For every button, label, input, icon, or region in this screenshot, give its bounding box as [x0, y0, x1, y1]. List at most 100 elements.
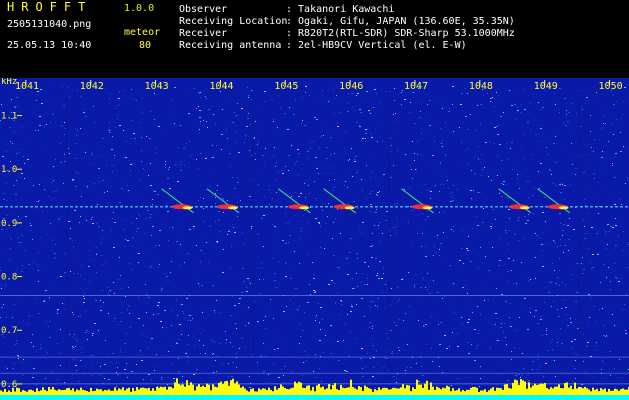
level-bar [494, 390, 496, 395]
level-bar [138, 389, 140, 395]
level-bar [86, 391, 88, 395]
spectrogram-background [0, 78, 629, 400]
level-bar [122, 387, 124, 395]
level-bar [612, 390, 614, 395]
level-bar [446, 385, 448, 395]
level-bar [198, 384, 200, 395]
x-tick-label: 1044 [209, 81, 233, 92]
level-bar [48, 387, 50, 395]
y-tick-label: 0.8 [1, 273, 17, 283]
level-bar [342, 387, 344, 395]
receiver-label: Receiver [179, 28, 228, 39]
level-bar [410, 391, 412, 395]
level-bar [334, 383, 336, 395]
level-bar [0, 390, 2, 395]
level-bar [376, 390, 378, 395]
level-bar [238, 384, 240, 395]
file-name: 2505131040.png [7, 19, 92, 30]
level-bar [92, 391, 94, 395]
level-bar [356, 389, 358, 395]
level-bar [82, 389, 84, 395]
level-bar [500, 388, 502, 395]
app-logo: HROFFT [7, 0, 93, 14]
level-bar [90, 387, 92, 395]
meteor-echo-core [227, 206, 238, 210]
level-bar [326, 388, 328, 395]
level-bar [290, 388, 292, 395]
level-bar [62, 390, 64, 395]
level-bar [284, 388, 286, 395]
level-bar [344, 388, 346, 395]
level-bar [170, 386, 172, 395]
level-bar [104, 389, 106, 395]
level-bar [258, 388, 260, 395]
level-bar [458, 388, 460, 395]
level-bar [562, 388, 564, 395]
level-bar [56, 390, 58, 395]
level-bar [580, 387, 582, 395]
level-bar [300, 382, 302, 395]
level-bar [262, 388, 264, 395]
level-bar [210, 390, 212, 395]
level-bar [340, 385, 342, 395]
level-bar [114, 387, 116, 395]
level-bar [106, 390, 108, 395]
level-bar [420, 384, 422, 395]
antenna-label: Receiving antenna [179, 40, 282, 51]
level-bar [350, 379, 352, 395]
level-bar [542, 383, 544, 395]
level-bar [404, 388, 406, 395]
level-bar [598, 391, 600, 395]
level-bar [200, 386, 202, 395]
level-bar [506, 384, 508, 395]
receiver-value: : R820T2(RTL-SDR) SDR-Sharp 53.1000MHz [286, 28, 515, 39]
level-bar [352, 387, 354, 395]
level-bar [22, 390, 24, 395]
level-bar [52, 387, 54, 395]
level-bar [572, 389, 574, 395]
level-bar [30, 389, 32, 395]
level-bar [422, 387, 424, 395]
level-bar [390, 389, 392, 395]
level-bar [220, 381, 222, 395]
level-bar [622, 388, 624, 395]
level-bar [172, 388, 174, 395]
level-bar [444, 388, 446, 395]
level-bar [148, 387, 150, 395]
level-bar [382, 387, 384, 395]
level-bar [510, 388, 512, 395]
level-bar [18, 388, 20, 395]
level-bar [474, 387, 476, 395]
level-bar [76, 389, 78, 395]
level-bar [538, 384, 540, 395]
level-bar [564, 383, 566, 395]
level-bar [530, 387, 532, 395]
capture-datetime: 25.05.13 10:40 [7, 40, 92, 51]
level-bar [108, 389, 110, 395]
vertical-streak [388, 86, 390, 380]
level-bar [250, 389, 252, 395]
level-bar [152, 388, 154, 395]
level-bar [574, 382, 576, 395]
level-bar [610, 390, 612, 395]
level-bar [476, 387, 478, 395]
level-bar [428, 389, 430, 395]
meteor-count-label: meteor [124, 27, 161, 38]
level-bar [522, 380, 524, 395]
level-bar [308, 385, 310, 395]
level-bar [156, 386, 158, 395]
level-bar [28, 389, 30, 395]
level-bar [46, 391, 48, 395]
x-tick-label: 1049 [534, 81, 558, 92]
level-bar [614, 388, 616, 395]
level-bar [314, 391, 316, 395]
level-bar [248, 391, 250, 395]
meteor-echo-core [299, 206, 310, 210]
level-bar [554, 386, 556, 395]
level-bar [298, 381, 300, 395]
level-bar [180, 385, 182, 395]
level-bar [312, 386, 314, 395]
level-bar [160, 386, 162, 395]
level-bar [588, 389, 590, 395]
level-bar [166, 389, 168, 395]
